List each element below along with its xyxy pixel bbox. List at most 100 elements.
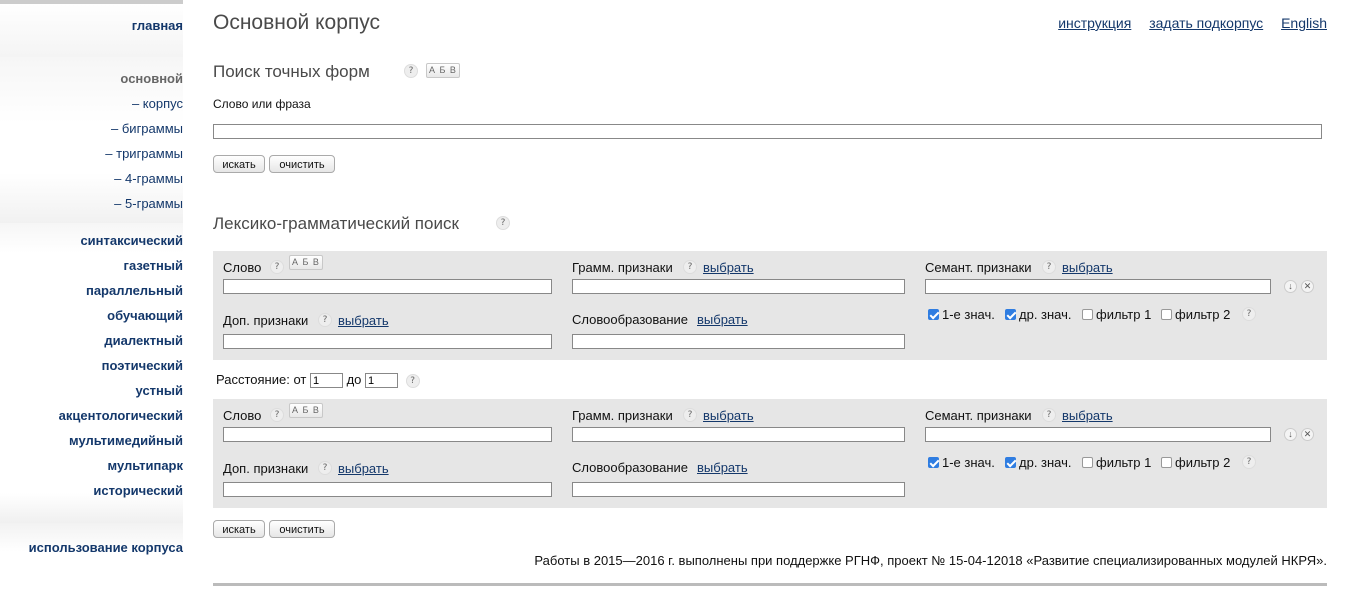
lexgram-help-icon[interactable]: ? [496, 216, 510, 230]
sidebar-item-syntax[interactable]: синтаксический [80, 233, 183, 249]
checkbox-icon[interactable] [1161, 309, 1172, 320]
sem-choose-link[interactable]: выбрать [1062, 408, 1113, 423]
checkbox-icon[interactable] [1082, 457, 1093, 468]
gram-choose-link[interactable]: выбрать [703, 408, 754, 423]
sidebar-item-newspaper[interactable]: газетный [124, 258, 183, 274]
lexgram-search-button[interactable]: искать [213, 520, 265, 538]
extra-help-icon[interactable]: ? [318, 313, 332, 327]
word-input[interactable] [223, 279, 552, 294]
distance-to-input[interactable] [365, 373, 399, 389]
move-down-icon[interactable]: ↓ [1284, 280, 1297, 293]
word-keyboard-button[interactable]: А Б В [289, 403, 323, 418]
extra-help-icon[interactable]: ? [318, 461, 332, 475]
sidebar-item-main[interactable]: основной [120, 71, 183, 87]
sidebar-item-accent[interactable]: акцентологический [59, 408, 183, 424]
extra-label: Доп. признаки [223, 461, 309, 476]
option-other-meaning[interactable]: др. знач. [1005, 307, 1072, 322]
exact-search-input[interactable] [213, 124, 1322, 139]
gram-help-icon[interactable]: ? [683, 260, 697, 274]
option-other-meaning[interactable]: др. знач. [1005, 455, 1072, 470]
sidebar-item-learning[interactable]: обучающий [107, 308, 183, 324]
option-first-meaning[interactable]: 1-е знач. [928, 307, 995, 322]
lexgram-block-2: Слово ? А Б В Грамм. признаки ? выбрать … [213, 399, 1327, 508]
subcorpus-link[interactable]: задать подкорпус [1149, 15, 1263, 31]
word-help-icon[interactable]: ? [270, 260, 284, 274]
checkbox-checked-icon[interactable] [1005, 457, 1016, 468]
word-keyboard-button[interactable]: А Б В [289, 255, 323, 270]
checkbox-icon[interactable] [1082, 309, 1093, 320]
distance-help-icon[interactable]: ? [405, 373, 420, 388]
deriv-input[interactable] [572, 482, 905, 497]
extra-input[interactable] [223, 334, 552, 349]
checkbox-checked-icon[interactable] [928, 457, 939, 468]
english-link[interactable]: English [1281, 15, 1327, 31]
sem-label: Семант. признаки [925, 260, 1032, 275]
sem-choose-link[interactable]: выбрать [1062, 260, 1113, 275]
deriv-label: Словообразование [572, 460, 689, 475]
option-first-meaning[interactable]: 1-е знач. [928, 455, 995, 470]
option-filter-2[interactable]: фильтр 2 [1161, 455, 1230, 470]
sem-help-icon[interactable]: ? [1042, 408, 1056, 422]
deriv-input[interactable] [572, 334, 905, 349]
move-down-icon[interactable]: ↓ [1284, 428, 1297, 441]
option-filter-1[interactable]: фильтр 1 [1082, 307, 1151, 322]
word-input[interactable] [223, 427, 552, 442]
option-filter-1[interactable]: фильтр 1 [1082, 455, 1151, 470]
exact-search-button[interactable]: искать [213, 155, 265, 173]
gram-input[interactable] [572, 427, 905, 442]
sidebar-item-historical[interactable]: исторический [93, 483, 183, 499]
sidebar-subitem-trigrams[interactable]: – триграммы [105, 146, 183, 162]
remove-icon[interactable]: ✕ [1301, 280, 1314, 293]
sidebar: главная основной – корпус – биграммы – т… [0, 0, 183, 595]
options-help-icon[interactable]: ? [1242, 307, 1256, 321]
sidebar-item-usage[interactable]: использование корпуса [29, 540, 183, 556]
sidebar-item-multipark[interactable]: мультипарк [108, 458, 184, 474]
checkbox-icon[interactable] [1161, 457, 1172, 468]
exact-search-field-label: Слово или фраза [213, 97, 311, 111]
lexgram-block-1: Слово ? А Б В Грамм. признаки ? выбрать … [213, 251, 1327, 360]
instruction-link[interactable]: инструкция [1058, 15, 1131, 31]
gram-choose-link[interactable]: выбрать [703, 260, 754, 275]
extra-label: Доп. признаки [223, 313, 309, 328]
sidebar-item-multimedia[interactable]: мультимедийный [69, 433, 183, 449]
top-links: инструкция задать подкорпус English [1044, 15, 1327, 31]
lexgram-clear-button[interactable]: очистить [269, 520, 335, 538]
sidebar-subitem-corpus[interactable]: – корпус [132, 96, 183, 112]
deriv-label: Словообразование [572, 312, 689, 327]
exact-clear-button[interactable]: очистить [269, 155, 335, 173]
word-label: Слово [223, 260, 262, 275]
checkbox-checked-icon[interactable] [1005, 309, 1016, 320]
option-filter-2[interactable]: фильтр 2 [1161, 307, 1230, 322]
sidebar-item-poetic[interactable]: поэтический [102, 358, 183, 374]
word-help-icon[interactable]: ? [270, 408, 284, 422]
distance-from-label: Расстояние: от [216, 372, 307, 387]
distance-to-label: до [346, 372, 362, 387]
checkbox-checked-icon[interactable] [928, 309, 939, 320]
remove-icon[interactable]: ✕ [1301, 428, 1314, 441]
sidebar-item-home[interactable]: главная [132, 18, 183, 34]
exact-search-help-icon[interactable]: ? [404, 64, 418, 78]
gram-input[interactable] [572, 279, 905, 294]
extra-input[interactable] [223, 482, 552, 497]
sidebar-subitem-bigrams[interactable]: – биграммы [111, 121, 183, 137]
exact-search-keyboard-button[interactable]: А Б В [426, 63, 460, 78]
extra-choose-link[interactable]: выбрать [338, 313, 389, 328]
gram-help-icon[interactable]: ? [683, 408, 697, 422]
sidebar-subitem-5grams[interactable]: – 5-граммы [114, 196, 183, 212]
sidebar-item-parallel[interactable]: параллельный [86, 283, 183, 299]
sidebar-subitem-4grams[interactable]: – 4-граммы [114, 171, 183, 187]
deriv-choose-link[interactable]: выбрать [697, 460, 748, 475]
sidebar-main-block: основной – корпус – биграммы – триграммы… [0, 57, 183, 223]
gram-label: Грамм. признаки [572, 260, 673, 275]
sem-input[interactable] [925, 279, 1271, 294]
sidebar-item-dialect[interactable]: диалектный [104, 333, 183, 349]
extra-choose-link[interactable]: выбрать [338, 461, 389, 476]
footer-divider [213, 583, 1327, 586]
sidebar-item-spoken[interactable]: устный [136, 383, 183, 399]
distance-from-input[interactable] [309, 373, 343, 389]
lexgram-title: Лексико-грамматический поиск [213, 214, 459, 233]
deriv-choose-link[interactable]: выбрать [697, 312, 748, 327]
options-help-icon[interactable]: ? [1242, 455, 1256, 469]
sem-input[interactable] [925, 427, 1271, 442]
sem-help-icon[interactable]: ? [1042, 260, 1056, 274]
